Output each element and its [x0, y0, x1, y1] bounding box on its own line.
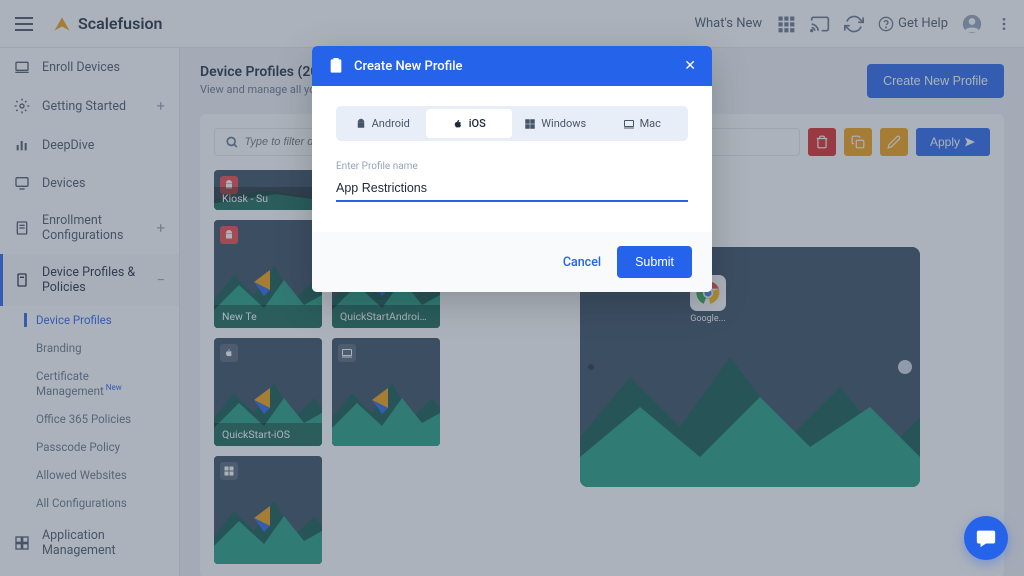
profile-name-input[interactable]	[336, 176, 688, 202]
platform-tabs: Android iOS Windows Mac	[336, 106, 688, 141]
platform-tab-android[interactable]: Android	[339, 109, 426, 138]
windows-icon	[524, 118, 536, 130]
platform-tab-label: Windows	[541, 117, 586, 130]
modal-close-icon[interactable]: ✕	[684, 58, 696, 74]
submit-button[interactable]: Submit	[617, 246, 692, 278]
android-icon	[355, 118, 367, 130]
platform-tab-ios[interactable]: iOS	[426, 109, 513, 138]
profile-icon	[328, 58, 344, 74]
modal-header: Create New Profile ✕	[312, 46, 712, 86]
platform-tab-mac[interactable]: Mac	[599, 109, 686, 138]
profile-name-label: Enter Profile name	[336, 161, 688, 172]
modal-title: Create New Profile	[354, 59, 463, 74]
platform-tab-label: Android	[372, 117, 410, 130]
apple-icon	[452, 118, 464, 130]
create-profile-modal: Create New Profile ✕ Android iOS Windows Ma…	[312, 46, 712, 292]
platform-tab-label: Mac	[640, 117, 661, 130]
laptop-icon	[623, 118, 635, 130]
cancel-button[interactable]: Cancel	[563, 255, 601, 270]
chat-launcher[interactable]	[964, 516, 1008, 560]
platform-tab-windows[interactable]: Windows	[512, 109, 599, 138]
platform-tab-label: iOS	[469, 117, 486, 130]
chat-icon	[975, 527, 997, 549]
